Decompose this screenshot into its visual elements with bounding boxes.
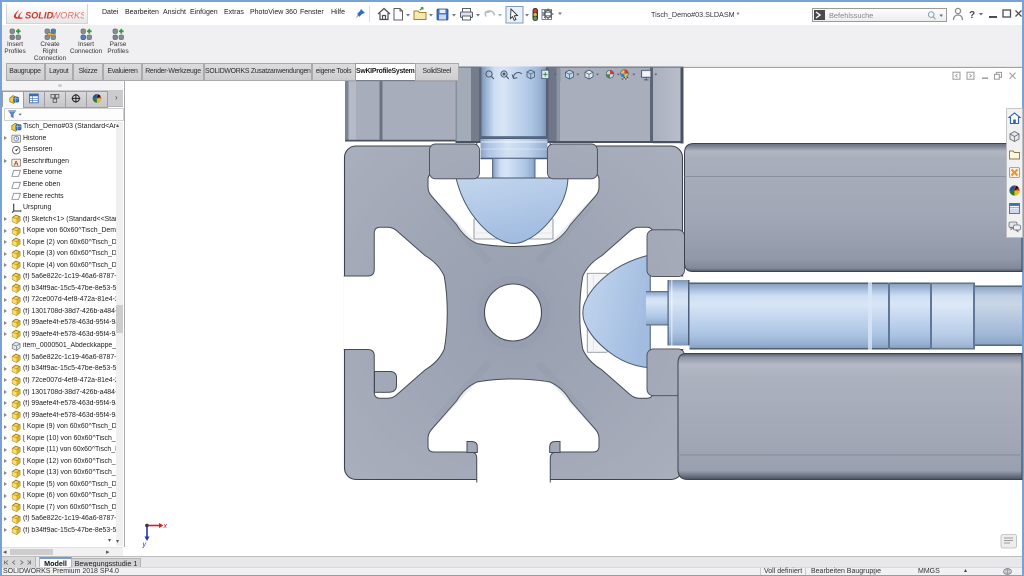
svg-text:SOLID: SOLID: [25, 11, 53, 21]
svg-text:x: x: [163, 523, 168, 530]
svg-text:y: y: [142, 542, 147, 549]
svg-text:?: ?: [969, 10, 975, 21]
svg-text:WORKS: WORKS: [52, 11, 85, 21]
